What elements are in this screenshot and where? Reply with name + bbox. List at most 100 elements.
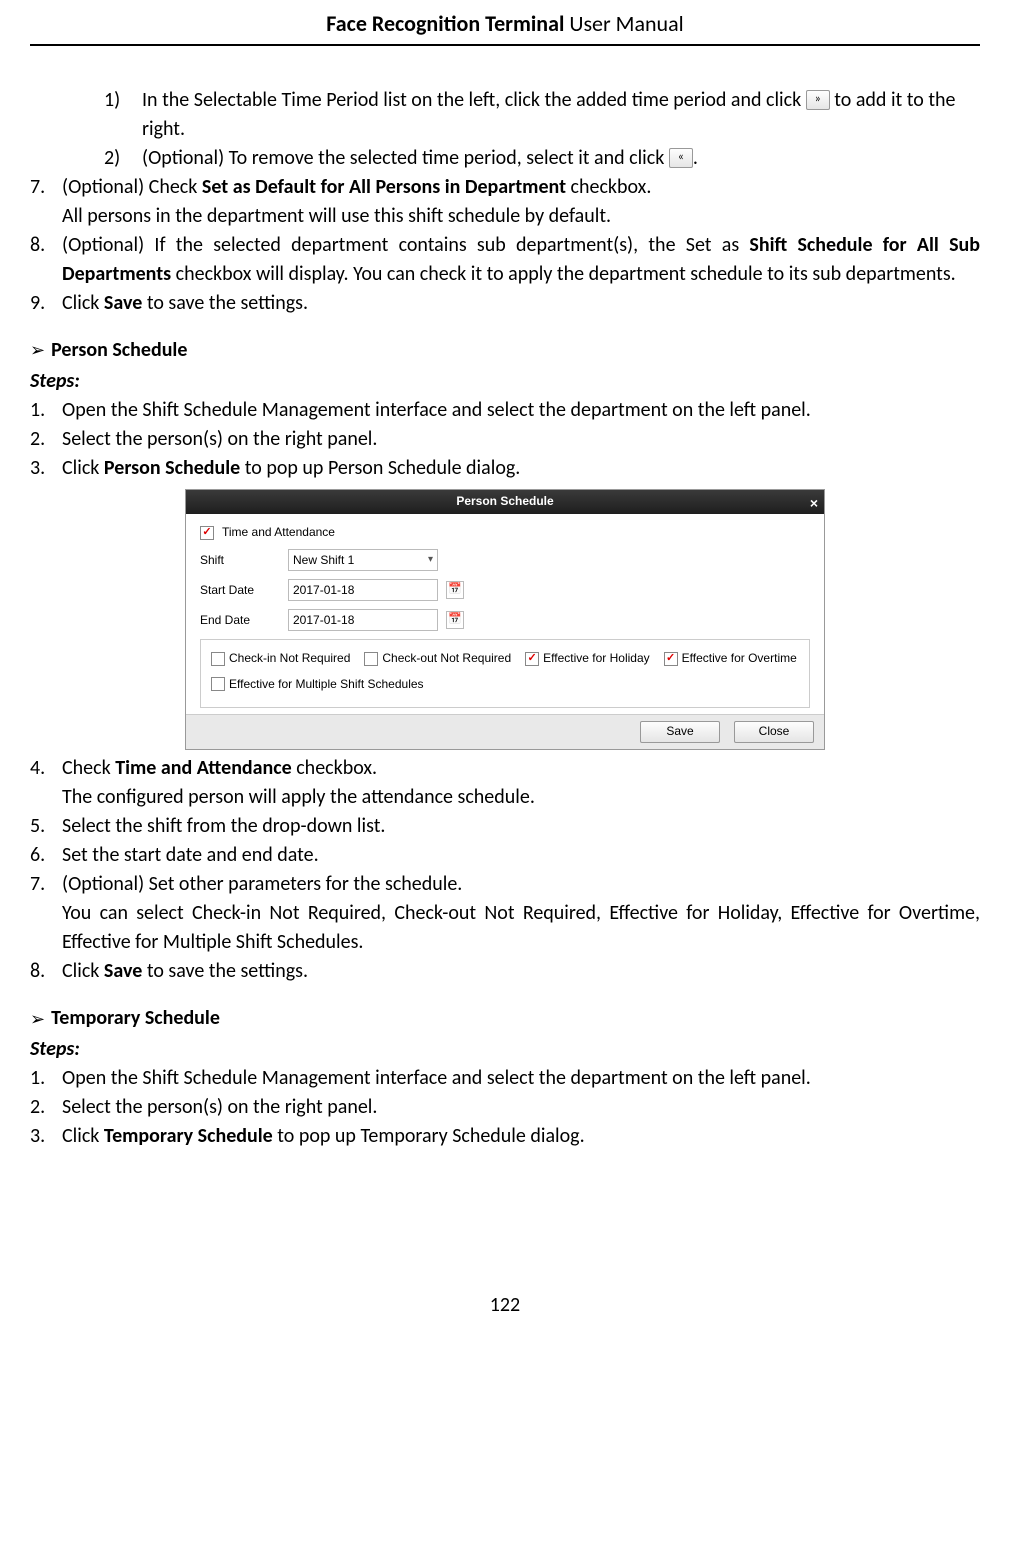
dialog-titlebar: Person Schedule × (186, 490, 824, 514)
opt-overtime: Effective for Overtime (664, 650, 797, 667)
calendar-icon[interactable]: 📅 (446, 581, 464, 599)
ps-step-3: 3. Click Person Schedule to pop up Perso… (30, 454, 980, 483)
opt-label: Effective for Holiday (543, 650, 650, 667)
substep-1: 1) In the Selectable Time Period list on… (30, 86, 980, 144)
ps-step-8: 8. Click Save to save the settings. (30, 957, 980, 986)
text: checkbox. (292, 756, 377, 780)
dialog-footer: Save Close (186, 714, 824, 749)
text: In the Selectable Time Period list on th… (142, 88, 806, 112)
ps-step-6: 6. Set the start date and end date. (30, 841, 980, 870)
list-body: (Optional) Check Set as Default for All … (62, 173, 980, 231)
text: checkbox. (566, 175, 651, 199)
steps-label: Steps: (30, 367, 980, 396)
ps-step-1: 1. Open the Shift Schedule Management in… (30, 396, 980, 425)
list-number: 1. (30, 396, 62, 425)
section-title: Person Schedule (51, 336, 187, 365)
list-number: 4. (30, 754, 62, 783)
list-body: Check Time and Attendance checkbox. The … (62, 754, 980, 812)
list-number: 7. (30, 173, 62, 202)
shift-label: Shift (200, 552, 280, 569)
end-date-input[interactable]: 2017-01-18 (288, 609, 438, 631)
end-date-value: 2017-01-18 (293, 612, 354, 629)
substep-2: 2) (Optional) To remove the selected tim… (30, 144, 980, 173)
list-body: (Optional) To remove the selected time p… (142, 144, 980, 173)
text-bold: Person Schedule (104, 456, 240, 480)
text: Check (62, 756, 115, 780)
chevron-right-icon: ➢ (30, 337, 45, 363)
multiple-shift-checkbox[interactable] (211, 677, 225, 691)
text: Click (62, 1124, 104, 1148)
step-9: 9. Click Save to save the settings. (30, 289, 980, 318)
ps-step-4: 4. Check Time and Attendance checkbox. T… (30, 754, 980, 812)
dialog-title: Person Schedule (456, 493, 553, 510)
shift-row: Shift New Shift 1 ▾ (200, 549, 810, 571)
page-content: 1) In the Selectable Time Period list on… (30, 46, 980, 1340)
section-title: Temporary Schedule (51, 1004, 220, 1033)
ts-step-2: 2. Select the person(s) on the right pan… (30, 1093, 980, 1122)
opt-multiple: Effective for Multiple Shift Schedules (211, 676, 424, 693)
shift-value: New Shift 1 (293, 552, 354, 569)
opt-label: Check-out Not Required (382, 650, 511, 667)
checkout-not-required-checkbox[interactable] (364, 652, 378, 666)
save-button[interactable]: Save (640, 721, 720, 743)
options-row-1: Check-in Not Required Check-out Not Requ… (211, 650, 799, 667)
text: Select the person(s) on the right panel. (62, 1093, 980, 1122)
list-number: 8. (30, 231, 62, 260)
move-right-icon[interactable]: » (806, 90, 830, 110)
text: (Optional) Set other parameters for the … (62, 870, 980, 899)
start-date-input[interactable]: 2017-01-18 (288, 579, 438, 601)
shift-dropdown[interactable]: New Shift 1 ▾ (288, 549, 438, 571)
move-left-icon[interactable]: « (669, 148, 693, 168)
start-date-label: Start Date (200, 582, 280, 599)
text: (Optional) If the selected department co… (62, 233, 749, 257)
text: (Optional) Check (62, 175, 202, 199)
text: The configured person will apply the att… (62, 783, 980, 812)
chevron-down-icon: ▾ (428, 553, 433, 568)
text: All persons in the department will use t… (62, 202, 980, 231)
list-number: 7. (30, 870, 62, 899)
effective-overtime-checkbox[interactable] (664, 652, 678, 666)
text: Set the start date and end date. (62, 841, 980, 870)
ps-step-7: 7. (Optional) Set other parameters for t… (30, 870, 980, 957)
start-date-row: Start Date 2017-01-18 📅 (200, 579, 810, 601)
text: Select the person(s) on the right panel. (62, 425, 980, 454)
text: Open the Shift Schedule Management inter… (62, 1064, 980, 1093)
list-number: 6. (30, 841, 62, 870)
text: (Optional) To remove the selected time p… (142, 146, 669, 170)
list-number: 2) (104, 144, 142, 173)
opt-holiday: Effective for Holiday (525, 650, 650, 667)
checkin-not-required-checkbox[interactable] (211, 652, 225, 666)
text-bold: Save (104, 959, 142, 983)
list-number: 1. (30, 1064, 62, 1093)
text: Click (62, 959, 104, 983)
list-body: Click Save to save the settings. (62, 957, 980, 986)
list-number: 8. (30, 957, 62, 986)
list-number: 3. (30, 1122, 62, 1151)
list-number: 1) (104, 86, 142, 115)
list-body: Click Person Schedule to pop up Person S… (62, 454, 980, 483)
ts-step-3: 3. Click Temporary Schedule to pop up Te… (30, 1122, 980, 1151)
opt-checkout: Check-out Not Required (364, 650, 511, 667)
list-body: (Optional) Set other parameters for the … (62, 870, 980, 957)
chevron-right-icon: ➢ (30, 1006, 45, 1032)
time-attendance-checkbox[interactable] (200, 526, 214, 540)
dialog-body: Time and Attendance Shift New Shift 1 ▾ … (186, 514, 824, 714)
text: to pop up Temporary Schedule dialog. (273, 1124, 585, 1148)
time-attendance-label: Time and Attendance (222, 524, 335, 541)
calendar-icon[interactable]: 📅 (446, 611, 464, 629)
end-date-label: End Date (200, 612, 280, 629)
text: Click (62, 291, 104, 315)
dialog-container: Person Schedule × Time and Attendance Sh… (30, 489, 980, 750)
text: . (693, 146, 698, 170)
close-button[interactable]: Close (734, 721, 814, 743)
close-icon[interactable]: × (810, 493, 818, 513)
list-number: 2. (30, 1093, 62, 1122)
text-bold: Temporary Schedule (104, 1124, 273, 1148)
list-body: Click Temporary Schedule to pop up Tempo… (62, 1122, 980, 1151)
opt-label: Effective for Multiple Shift Schedules (229, 676, 424, 693)
effective-holiday-checkbox[interactable] (525, 652, 539, 666)
ps-step-2: 2. Select the person(s) on the right pan… (30, 425, 980, 454)
list-body: In the Selectable Time Period list on th… (142, 86, 980, 144)
list-number: 2. (30, 425, 62, 454)
step-7: 7. (Optional) Check Set as Default for A… (30, 173, 980, 231)
